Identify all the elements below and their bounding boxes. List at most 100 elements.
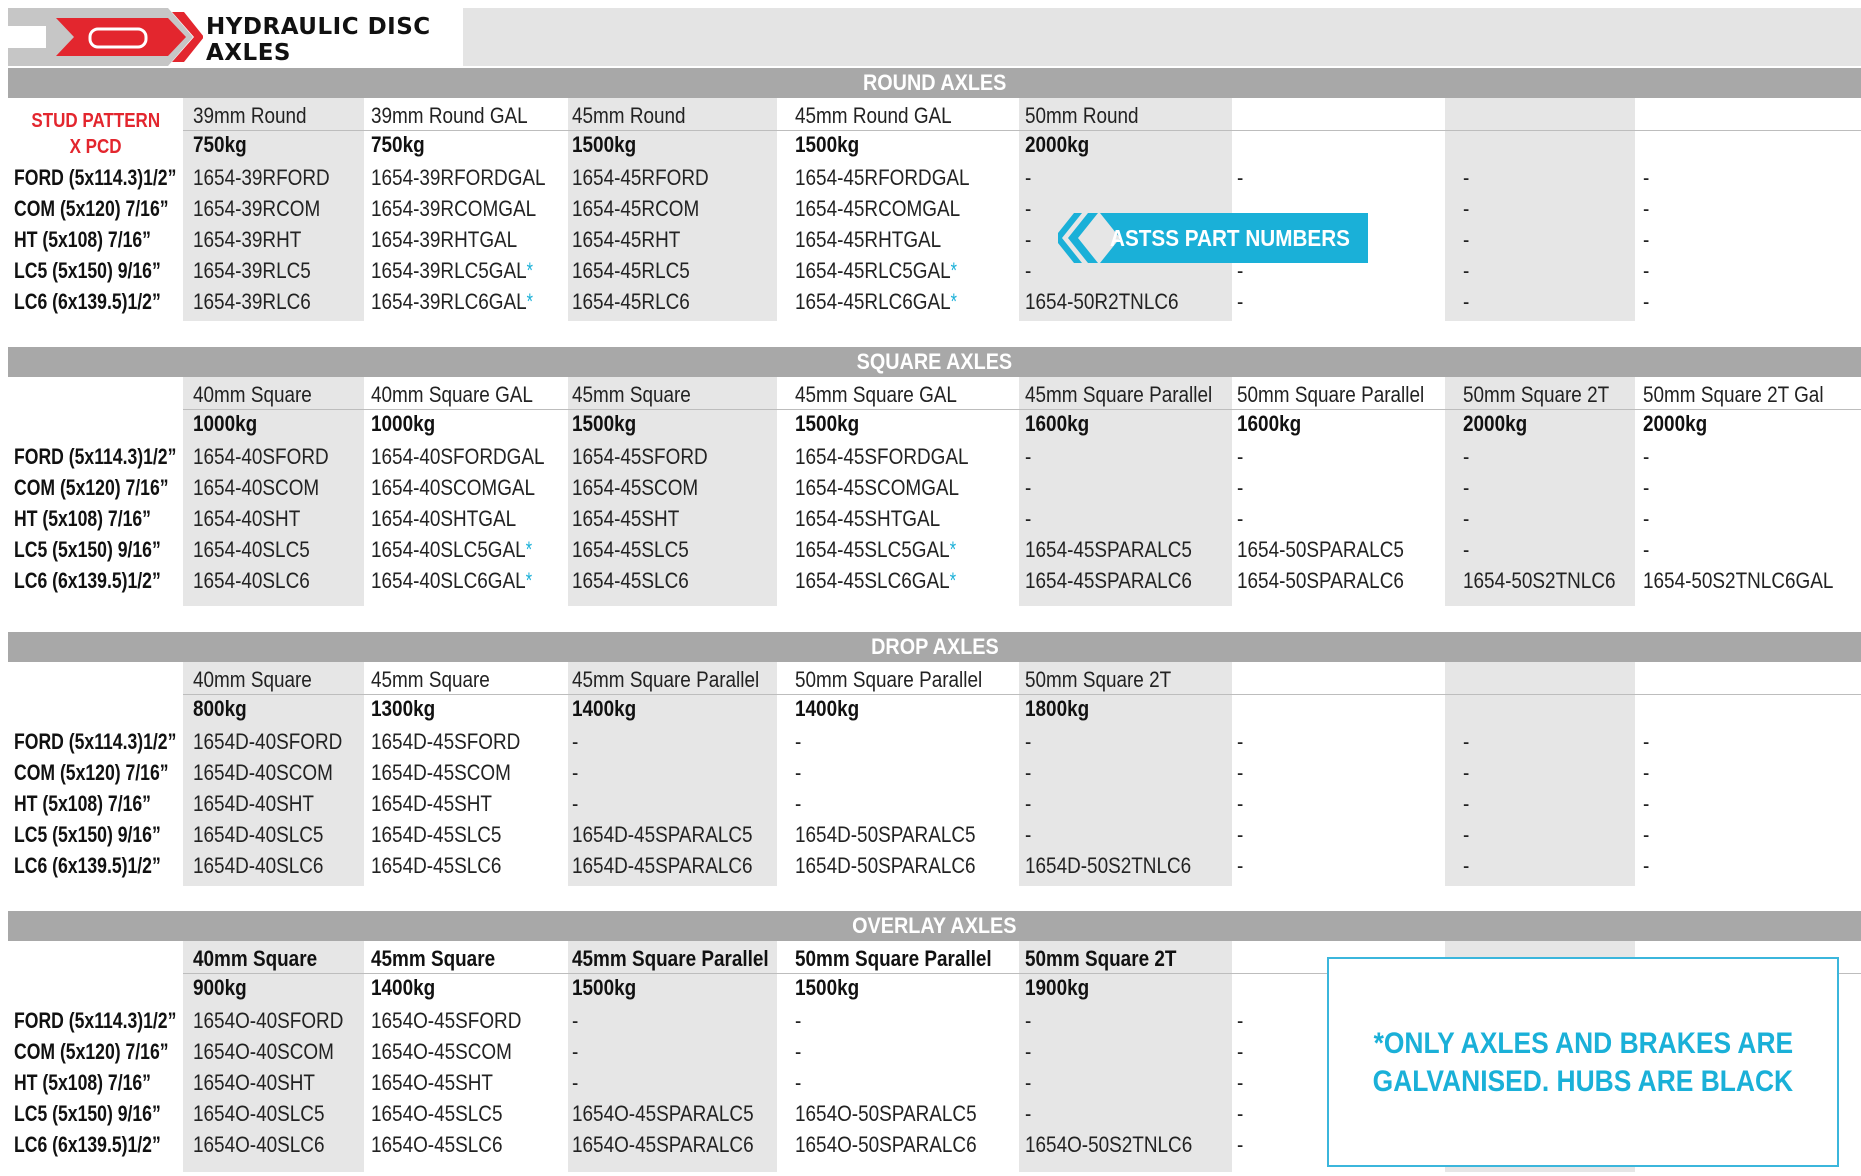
stud-pattern-row-label: LC5 (5x150) 9/16” <box>14 822 161 847</box>
column-shade <box>1445 662 1635 886</box>
page-title: HYDRAULIC DISC AXLES <box>206 14 431 66</box>
part-number: 1654D-40SLC5 <box>193 822 324 847</box>
part-number: 1654-39RCOMGAL <box>371 196 537 221</box>
capacity-value: 1500kg <box>795 411 860 436</box>
part-number: 1654-45RFORD <box>572 165 709 190</box>
capacity-value: 1500kg <box>795 975 860 1000</box>
capacity-value: 2000kg <box>1463 411 1528 436</box>
part-number: 1654-39RFORDGAL <box>371 165 546 190</box>
column-name: 45mm Square GAL <box>795 382 957 407</box>
column-name: 45mm Square <box>371 946 496 971</box>
galvanised-note-box: *ONLY AXLES AND BRAKES ARE GALVANISED. H… <box>1327 957 1839 1167</box>
part-number: - <box>795 1039 802 1064</box>
part-number: 1654D-40SLC6 <box>193 853 324 878</box>
part-number: 1654-40SLC6GAL* <box>371 566 559 596</box>
part-number: - <box>1463 822 1470 847</box>
part-number: - <box>795 1008 802 1033</box>
column-name: 40mm Square <box>193 382 312 407</box>
part-number: 1654-45SLC6 <box>572 568 689 593</box>
part-number: - <box>1643 165 1650 190</box>
part-number: 1654-40SCOMGAL <box>371 475 536 500</box>
part-number: 1654-45SPARALC5 <box>1025 537 1192 562</box>
part-number: 1654D-50SPARALC6 <box>795 853 976 878</box>
part-number: - <box>1463 729 1470 754</box>
part-number: - <box>1025 196 1032 221</box>
part-number: 1654O-45SPARALC5 <box>572 1101 754 1126</box>
part-number: 1654-40SLC5GAL* <box>371 535 559 565</box>
part-number: 1654O-50SPARALC5 <box>795 1101 977 1126</box>
stud-pattern-row-label: LC5 (5x150) 9/16” <box>14 537 161 562</box>
part-number: 1654-40SHT <box>193 506 301 531</box>
section-bar: SQUARE AXLES <box>8 347 1861 377</box>
capacity-value: 800kg <box>193 696 247 721</box>
part-number: - <box>1025 1008 1032 1033</box>
part-number: 1654-45SLC6GAL* <box>795 566 983 596</box>
column-name: 50mm Square Parallel <box>795 667 983 692</box>
stud-pattern-line2: X PCD <box>70 136 122 158</box>
capacity-value: 1900kg <box>1025 975 1090 1000</box>
galvanised-asterisk: * <box>526 289 534 314</box>
column-name: 45mm Square <box>572 382 691 407</box>
part-number: - <box>572 760 579 785</box>
part-number: - <box>1025 165 1032 190</box>
part-number: - <box>1643 853 1650 878</box>
capacity-value: 2000kg <box>1643 411 1708 436</box>
part-number: 1654-45SCOM <box>572 475 699 500</box>
part-number: - <box>1463 760 1470 785</box>
note-line-1: *ONLY AXLES AND BRAKES ARE <box>1373 1027 1793 1060</box>
section-title: SQUARE AXLES <box>856 349 1013 374</box>
part-number: - <box>1463 791 1470 816</box>
part-number: 1654D-40SFORD <box>193 729 343 754</box>
stud-pattern-row-label: LC6 (6x139.5)1/2” <box>14 289 161 314</box>
part-number: - <box>1237 1070 1244 1095</box>
part-number: - <box>1237 729 1244 754</box>
part-number: 1654O-45SLC6 <box>371 1132 503 1157</box>
part-number: - <box>1237 475 1244 500</box>
galvanised-asterisk: * <box>526 258 534 283</box>
part-number: 1654O-45SPARALC6 <box>572 1132 754 1157</box>
note-line-2: GALVANISED. HUBS ARE BLACK <box>1372 1065 1794 1098</box>
capacity-value: 900kg <box>193 975 247 1000</box>
column-name: 50mm Square 2T <box>1463 382 1610 407</box>
part-number: - <box>1237 444 1244 469</box>
column-name: 39mm Round <box>193 103 307 128</box>
capacity-value: 1500kg <box>572 975 637 1000</box>
part-number: 1654D-45SHT <box>371 791 492 816</box>
stud-pattern-row-label: COM (5x120) 7/16” <box>14 1039 169 1064</box>
column-name: 50mm Square Parallel <box>1237 382 1425 407</box>
part-number: - <box>1463 853 1470 878</box>
page-title-line2: AXLES <box>206 40 291 66</box>
part-number: - <box>1237 853 1244 878</box>
stud-pattern-row-label: LC6 (6x139.5)1/2” <box>14 853 161 878</box>
part-number: 1654D-50S2TNLC6 <box>1025 853 1192 878</box>
part-number: - <box>1643 196 1650 221</box>
page-title-line1: HYDRAULIC DISC <box>206 14 431 40</box>
part-number: - <box>1643 475 1650 500</box>
part-number: - <box>1237 822 1244 847</box>
part-number: 1654D-45SLC5 <box>371 822 502 847</box>
column-name: 40mm Square <box>193 946 318 971</box>
part-number: - <box>572 1070 579 1095</box>
part-number: 1654-45RLC6 <box>572 289 690 314</box>
capacity-value: 1400kg <box>371 975 436 1000</box>
stud-pattern-row-label: LC5 (5x150) 9/16” <box>14 258 161 283</box>
part-number: - <box>1463 227 1470 252</box>
part-number: 1654O-40SLC5 <box>193 1101 325 1126</box>
astss-part-numbers-label: ASTSS PART NUMBERS <box>1110 225 1350 251</box>
part-number: - <box>1463 506 1470 531</box>
column-name: 39mm Round GAL <box>371 103 528 128</box>
section-bar: DROP AXLES <box>8 632 1861 662</box>
section-title: ROUND AXLES <box>862 70 1007 95</box>
capacity-value: 1500kg <box>795 132 860 157</box>
part-number: 1654-45SHT <box>572 506 680 531</box>
part-number: - <box>1237 1039 1244 1064</box>
section-title: DROP AXLES <box>870 634 999 659</box>
part-number: - <box>1463 475 1470 500</box>
part-number: 1654-45RHTGAL <box>795 227 942 252</box>
capacity-value: 1500kg <box>572 411 637 436</box>
capacity-value: 1800kg <box>1025 696 1090 721</box>
stud-pattern-heading: STUD PATTERN X PCD <box>16 108 176 160</box>
part-number: 1654D-45SPARALC6 <box>572 853 753 878</box>
part-number: - <box>1237 791 1244 816</box>
part-number: 1654-50R2TNLC6 <box>1025 289 1179 314</box>
